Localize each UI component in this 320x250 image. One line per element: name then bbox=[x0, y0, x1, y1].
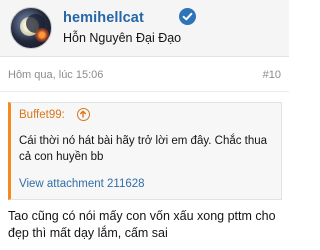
post-number-link[interactable]: #10 bbox=[263, 69, 281, 81]
author-username[interactable]: hemihellcat bbox=[63, 10, 144, 26]
avatar[interactable] bbox=[10, 7, 52, 49]
divider bbox=[0, 91, 289, 92]
post-author-header: hemihellcat Hỗn Nguyên Đại Đạo bbox=[0, 0, 289, 56]
attachment-link[interactable]: View attachment 211628 bbox=[19, 178, 145, 190]
author-title: Hỗn Nguyên Đại Đạo bbox=[63, 31, 182, 45]
divider bbox=[0, 56, 289, 57]
arrow-up-circle-icon[interactable] bbox=[77, 108, 90, 121]
verified-badge-icon bbox=[179, 8, 196, 25]
quote-text: Cái thời nó hát bài hãy trở lời em đây. … bbox=[19, 135, 268, 163]
avatar-glow bbox=[35, 28, 49, 42]
post-timestamp[interactable]: Hôm qua, lúc 15:06 bbox=[8, 69, 103, 81]
post-message: Tao cũng có nói mấy con vốn xấu xong ptt… bbox=[8, 209, 276, 240]
quote-author[interactable]: Buffet99: bbox=[19, 109, 65, 121]
quote-block: Buffet99: Cái thời nó hát bài hãy trở lờ… bbox=[8, 102, 282, 200]
